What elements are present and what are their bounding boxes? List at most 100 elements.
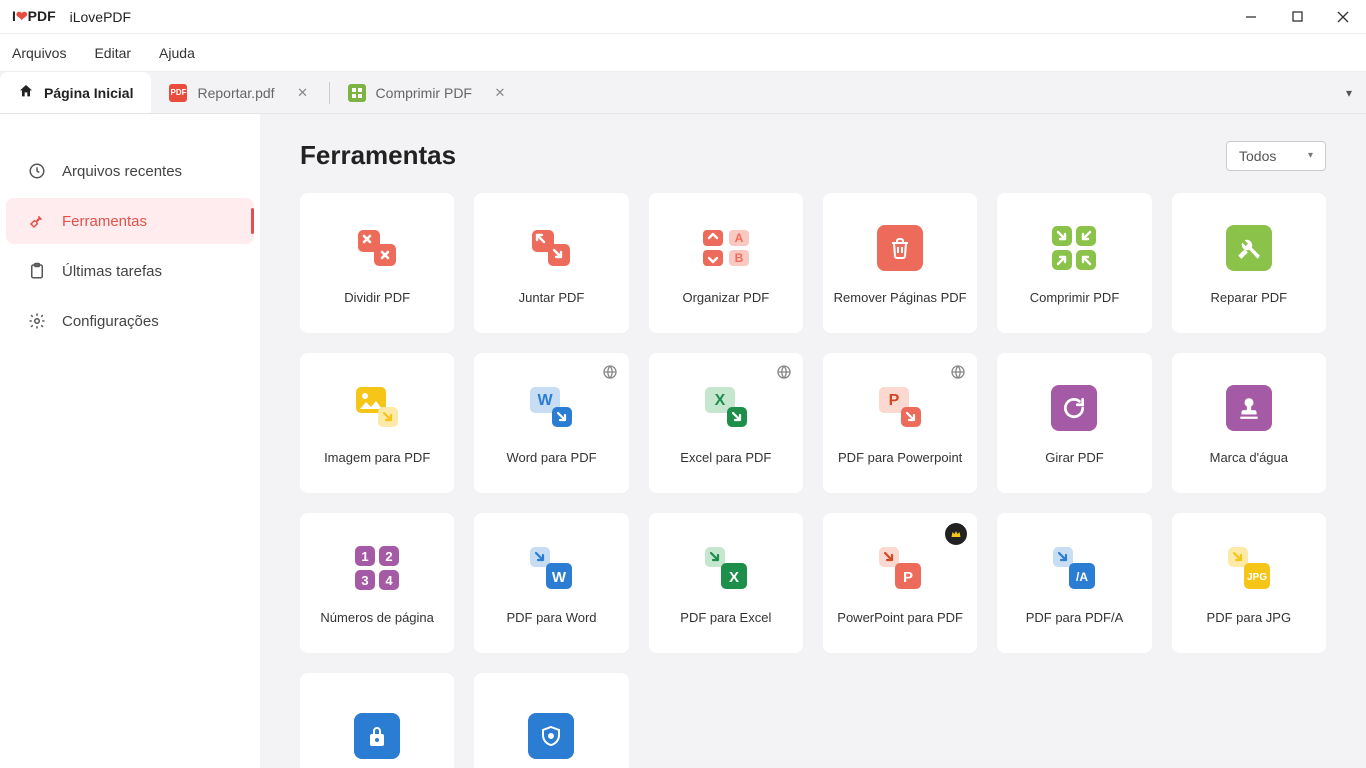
tool-label: Marca d'água bbox=[1210, 450, 1288, 466]
svg-text:B: B bbox=[734, 251, 743, 265]
compress-icon bbox=[348, 84, 366, 102]
heart-icon: ❤ bbox=[16, 8, 28, 24]
svg-text:W: W bbox=[552, 569, 567, 586]
clipboard-icon bbox=[28, 262, 46, 280]
pdf-word-icon: W bbox=[523, 540, 579, 596]
tab-file[interactable]: PDF Reportar.pdf ✕ bbox=[151, 72, 328, 113]
sidebar-label: Últimas tarefas bbox=[62, 263, 162, 280]
page-numbers-icon: 1234 bbox=[349, 540, 405, 596]
svg-text:A: A bbox=[734, 231, 743, 245]
pdfa-icon: /A bbox=[1046, 540, 1102, 596]
svg-text:P: P bbox=[889, 392, 900, 409]
menu-bar: Arquivos Editar Ajuda bbox=[0, 34, 1366, 72]
chevron-down-icon[interactable]: ▾ bbox=[1346, 86, 1352, 100]
sidebar-label: Arquivos recentes bbox=[62, 163, 182, 180]
menu-files[interactable]: Arquivos bbox=[12, 45, 66, 61]
svg-text:4: 4 bbox=[386, 573, 394, 588]
sidebar-label: Ferramentas bbox=[62, 213, 147, 230]
tool-excel-to-pdf[interactable]: X Excel para PDF bbox=[649, 353, 803, 493]
tool-protect[interactable] bbox=[300, 673, 454, 768]
globe-icon bbox=[775, 363, 793, 381]
close-button[interactable] bbox=[1320, 0, 1366, 34]
globe-icon bbox=[949, 363, 967, 381]
tool-merge-pdf[interactable]: Juntar PDF bbox=[474, 193, 628, 333]
content-header: Ferramentas Todos ▾ bbox=[300, 140, 1326, 171]
tool-powerpoint-to-pdf[interactable]: P PowerPoint para PDF bbox=[823, 513, 977, 653]
svg-text:P: P bbox=[903, 569, 913, 586]
tool-label: Word para PDF bbox=[506, 450, 596, 466]
tool-label: Organizar PDF bbox=[682, 290, 769, 306]
tool-label: Números de página bbox=[320, 610, 433, 626]
tool-label: Imagem para PDF bbox=[324, 450, 430, 466]
maximize-button[interactable] bbox=[1274, 0, 1320, 34]
tool-label: Comprimir PDF bbox=[1030, 290, 1120, 306]
tool-label: Excel para PDF bbox=[680, 450, 771, 466]
minimize-button[interactable] bbox=[1228, 0, 1274, 34]
app-logo: I❤PDF iLovePDF bbox=[12, 8, 131, 25]
tool-pdf-to-jpg[interactable]: JPG PDF para JPG bbox=[1172, 513, 1326, 653]
tool-repair-pdf[interactable]: Reparar PDF bbox=[1172, 193, 1326, 333]
tool-rotate-pdf[interactable]: Girar PDF bbox=[997, 353, 1151, 493]
crown-icon bbox=[945, 523, 967, 545]
tool-remove-pages[interactable]: Remover Páginas PDF bbox=[823, 193, 977, 333]
image-icon bbox=[349, 380, 405, 436]
gear-icon bbox=[28, 312, 46, 330]
svg-text:JPG: JPG bbox=[1247, 572, 1267, 583]
tool-split-pdf[interactable]: Dividir PDF bbox=[300, 193, 454, 333]
tab-compress-label: Comprimir PDF bbox=[376, 85, 472, 101]
tool-label: PDF para Word bbox=[506, 610, 596, 626]
tool-image-to-pdf[interactable]: Imagem para PDF bbox=[300, 353, 454, 493]
sidebar: Arquivos recentes Ferramentas Últimas ta… bbox=[0, 114, 260, 768]
wrench-icon bbox=[28, 212, 46, 230]
app-name: iLovePDF bbox=[70, 9, 131, 25]
tool-organize-pdf[interactable]: AB Organizar PDF bbox=[649, 193, 803, 333]
split-icon bbox=[349, 220, 405, 276]
tab-home[interactable]: Página Inicial bbox=[0, 72, 151, 113]
organize-icon: AB bbox=[698, 220, 754, 276]
tab-bar: Página Inicial PDF Reportar.pdf ✕ Compri… bbox=[0, 72, 1366, 114]
svg-text:/A: /A bbox=[1076, 570, 1088, 584]
tool-page-numbers[interactable]: 1234 Números de página bbox=[300, 513, 454, 653]
title-bar: I❤PDF iLovePDF bbox=[0, 0, 1366, 34]
tool-label: Remover Páginas PDF bbox=[834, 290, 967, 306]
stamp-icon bbox=[1221, 380, 1277, 436]
filter-dropdown[interactable]: Todos ▾ bbox=[1226, 141, 1326, 171]
tool-watermark[interactable]: Marca d'água bbox=[1172, 353, 1326, 493]
main: Arquivos recentes Ferramentas Últimas ta… bbox=[0, 114, 1366, 768]
tool-label: Girar PDF bbox=[1045, 450, 1104, 466]
close-icon[interactable]: ✕ bbox=[492, 85, 508, 101]
tool-word-to-pdf[interactable]: W Word para PDF bbox=[474, 353, 628, 493]
tab-compress[interactable]: Comprimir PDF ✕ bbox=[330, 72, 526, 113]
window-controls bbox=[1228, 0, 1366, 34]
jpg-icon: JPG bbox=[1221, 540, 1277, 596]
tool-pdf-to-pdfa[interactable]: /A PDF para PDF/A bbox=[997, 513, 1151, 653]
home-icon bbox=[18, 83, 34, 102]
tool-label: Reparar PDF bbox=[1211, 290, 1288, 306]
tool-label: Juntar PDF bbox=[519, 290, 585, 306]
tool-pdf-to-powerpoint[interactable]: P PDF para Powerpoint bbox=[823, 353, 977, 493]
tool-unlock[interactable] bbox=[474, 673, 628, 768]
merge-icon bbox=[523, 220, 579, 276]
menu-help[interactable]: Ajuda bbox=[159, 45, 195, 61]
svg-text:X: X bbox=[714, 392, 725, 409]
lock-icon bbox=[349, 708, 405, 764]
sidebar-item-settings[interactable]: Configurações bbox=[6, 298, 254, 344]
tool-grid: Dividir PDF Juntar PDF AB Organizar PDF bbox=[300, 193, 1326, 768]
shield-icon bbox=[523, 708, 579, 764]
sidebar-item-recent[interactable]: Arquivos recentes bbox=[6, 148, 254, 194]
close-icon[interactable]: ✕ bbox=[295, 85, 311, 101]
tool-pdf-to-excel[interactable]: X PDF para Excel bbox=[649, 513, 803, 653]
tool-label: PDF para Excel bbox=[680, 610, 771, 626]
tool-label: PDF para PDF/A bbox=[1026, 610, 1124, 626]
clock-icon bbox=[28, 162, 46, 180]
menu-edit[interactable]: Editar bbox=[94, 45, 131, 61]
sidebar-item-tasks[interactable]: Últimas tarefas bbox=[6, 248, 254, 294]
pdf-excel-icon: X bbox=[698, 540, 754, 596]
content: Ferramentas Todos ▾ Dividir PDF Juntar P… bbox=[260, 114, 1366, 768]
tool-label: PDF para JPG bbox=[1207, 610, 1292, 626]
sidebar-item-tools[interactable]: Ferramentas bbox=[6, 198, 254, 244]
tab-home-label: Página Inicial bbox=[44, 85, 133, 101]
tool-compress-pdf[interactable]: Comprimir PDF bbox=[997, 193, 1151, 333]
logo-text: I❤PDF bbox=[12, 8, 56, 25]
tool-pdf-to-word[interactable]: W PDF para Word bbox=[474, 513, 628, 653]
